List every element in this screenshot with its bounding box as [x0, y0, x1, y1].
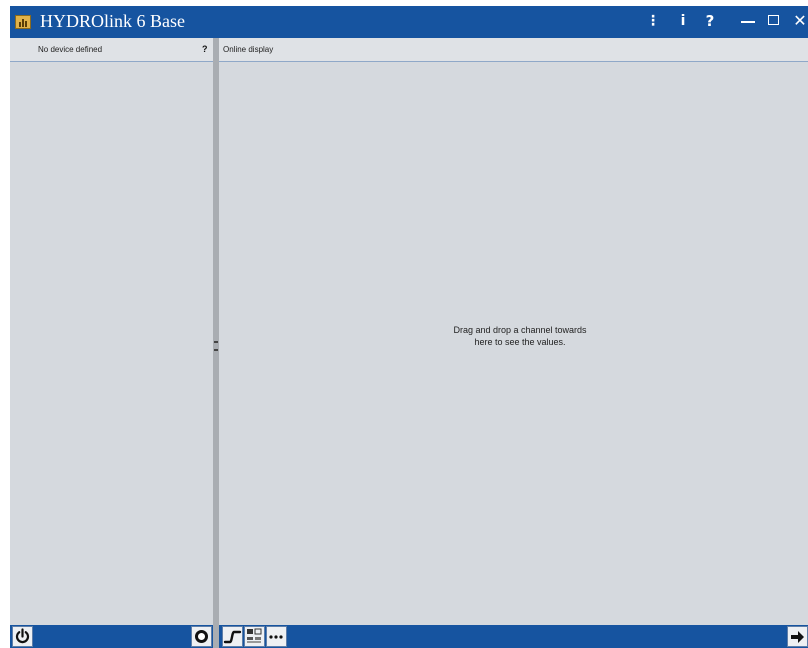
close-button[interactable]: ✕	[792, 10, 808, 32]
power-icon	[15, 628, 30, 644]
title-bar[interactable]: HYDROlink 6 Base ⋮ i ? ✕	[10, 6, 808, 38]
step-chart-button[interactable]	[222, 626, 243, 647]
device-panel-header: No device defined ?	[10, 38, 213, 62]
display-toolbar	[219, 625, 808, 648]
splitter-grip-icon[interactable]	[214, 341, 218, 351]
device-help-button[interactable]: ?	[202, 44, 208, 54]
step-chart-icon	[223, 630, 242, 644]
online-display-header: Online display	[219, 38, 808, 62]
app-window: HYDROlink 6 Base ⋮ i ? ✕ No device defin…	[10, 6, 808, 648]
grid-display-icon	[247, 628, 262, 643]
device-status-label: No device defined	[38, 45, 103, 54]
device-toolbar	[10, 625, 213, 648]
more-options-button[interactable]	[266, 626, 287, 647]
record-icon	[195, 630, 208, 643]
next-button[interactable]	[787, 626, 808, 647]
online-display-panel[interactable]: Online display Drag and drop a channel t…	[219, 38, 808, 625]
minimize-icon[interactable]	[738, 10, 758, 32]
window-title: HYDROlink 6 Base	[40, 11, 185, 31]
arrow-right-icon	[791, 631, 804, 643]
maximize-icon[interactable]	[764, 10, 784, 32]
online-display-title: Online display	[223, 45, 274, 54]
menu-button[interactable]: ⋮	[646, 10, 660, 32]
more-dots-icon	[269, 635, 283, 639]
grid-display-button[interactable]	[244, 626, 265, 647]
bar-chart-app-icon	[15, 15, 31, 29]
info-button[interactable]: i	[676, 10, 690, 32]
record-button[interactable]	[191, 626, 212, 647]
drop-hint-text: Drag and drop a channel towards here to …	[453, 325, 587, 347]
device-panel: No device defined ?	[10, 38, 213, 625]
power-button[interactable]	[12, 626, 33, 647]
help-button[interactable]: ?	[702, 10, 718, 32]
